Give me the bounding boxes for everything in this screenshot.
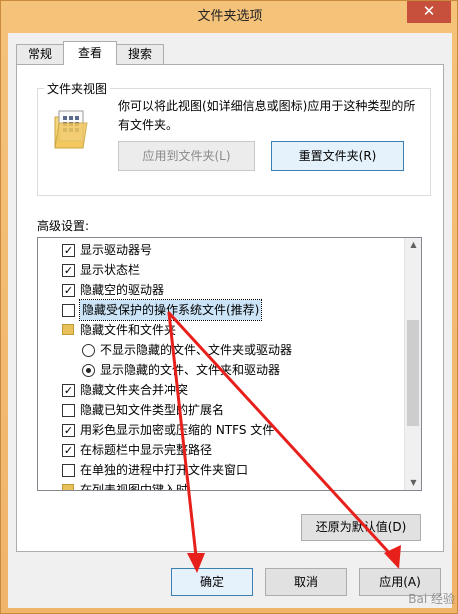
checkbox[interactable]: [62, 404, 75, 417]
tab-general[interactable]: 常规: [16, 44, 64, 64]
tab-view[interactable]: 查看: [63, 41, 117, 65]
advanced-settings-label: 高级设置:: [37, 219, 90, 233]
cancel-button[interactable]: 取消: [265, 568, 347, 596]
checkbox[interactable]: ✓: [62, 444, 75, 457]
list-item[interactable]: ✓ 显示状态栏: [38, 260, 404, 280]
radio-button[interactable]: [82, 344, 95, 357]
radio-button[interactable]: [82, 364, 95, 377]
list-item[interactable]: 隐藏已知文件类型的扩展名: [38, 400, 404, 420]
folder-views-title: 文件夹视图: [44, 80, 111, 97]
folder-view-icon: [54, 110, 88, 149]
list-item[interactable]: 在单独的进程中打开文件夹窗口: [38, 460, 404, 480]
list-item-selected[interactable]: 隐藏受保护的操作系统文件(推荐): [38, 299, 404, 321]
close-button[interactable]: ✕: [407, 1, 451, 23]
tab-search[interactable]: 搜索: [116, 44, 164, 64]
list-item[interactable]: ✓ 显示驱动器号: [38, 240, 404, 260]
apply-to-folders-button[interactable]: 应用到文件夹(L): [118, 141, 255, 171]
list-item[interactable]: ✓ 在标题栏中显示完整路径: [38, 440, 404, 460]
checkbox[interactable]: ✓: [62, 244, 75, 257]
ok-button[interactable]: 确定: [171, 568, 253, 596]
checkbox[interactable]: ✓: [62, 384, 75, 397]
list-item[interactable]: 不显示隐藏的文件、文件夹或驱动器: [38, 340, 404, 360]
checkbox[interactable]: [62, 304, 75, 317]
title-bar: 文件夹选项: [1, 1, 458, 33]
scroll-down-icon[interactable]: ▼: [405, 478, 421, 487]
folder-views-description: 你可以将此视图(如详细信息或图标)应用于这种类型的所有文件夹。: [118, 99, 416, 132]
list-group-header: 在列表视图中键入时: [38, 480, 404, 490]
list-group-header: 隐藏文件和文件夹: [38, 320, 404, 340]
list-item[interactable]: ✓ 隐藏空的驱动器: [38, 280, 404, 300]
checkbox[interactable]: ✓: [62, 424, 75, 437]
list-item[interactable]: ✓ 用彩色显示加密或压缩的 NTFS 文件: [38, 420, 404, 440]
checkbox[interactable]: [62, 464, 75, 477]
folder-icon: [62, 324, 74, 335]
checkbox[interactable]: ✓: [62, 284, 75, 297]
folder-options-window: 文件夹选项 ✕ 常规 查看 搜索 文件夹视图 你可以将此视图(如详细信息或图标)…: [0, 0, 458, 614]
vertical-scrollbar[interactable]: ▲ ▼: [404, 238, 421, 490]
advanced-settings-list[interactable]: ✓ 显示驱动器号 ✓ 显示状态栏 ✓ 隐藏空的驱动器 隐藏受保护的操作系统文件(…: [37, 237, 422, 491]
list-item[interactable]: ✓ 隐藏文件夹合并冲突: [38, 380, 404, 400]
scroll-up-icon[interactable]: ▲: [405, 240, 421, 249]
restore-defaults-button[interactable]: 还原为默认值(D): [301, 514, 421, 541]
folder-icon: [62, 484, 74, 490]
watermark: Bai 经验: [408, 592, 455, 606]
window-title: 文件夹选项: [197, 9, 263, 24]
list-item[interactable]: 显示隐藏的文件、文件夹和驱动器: [38, 360, 404, 380]
scroll-thumb[interactable]: [407, 320, 419, 426]
close-icon: ✕: [422, 2, 436, 20]
reset-folders-button[interactable]: 重置文件夹(R): [271, 141, 404, 171]
checkbox[interactable]: ✓: [62, 264, 75, 277]
